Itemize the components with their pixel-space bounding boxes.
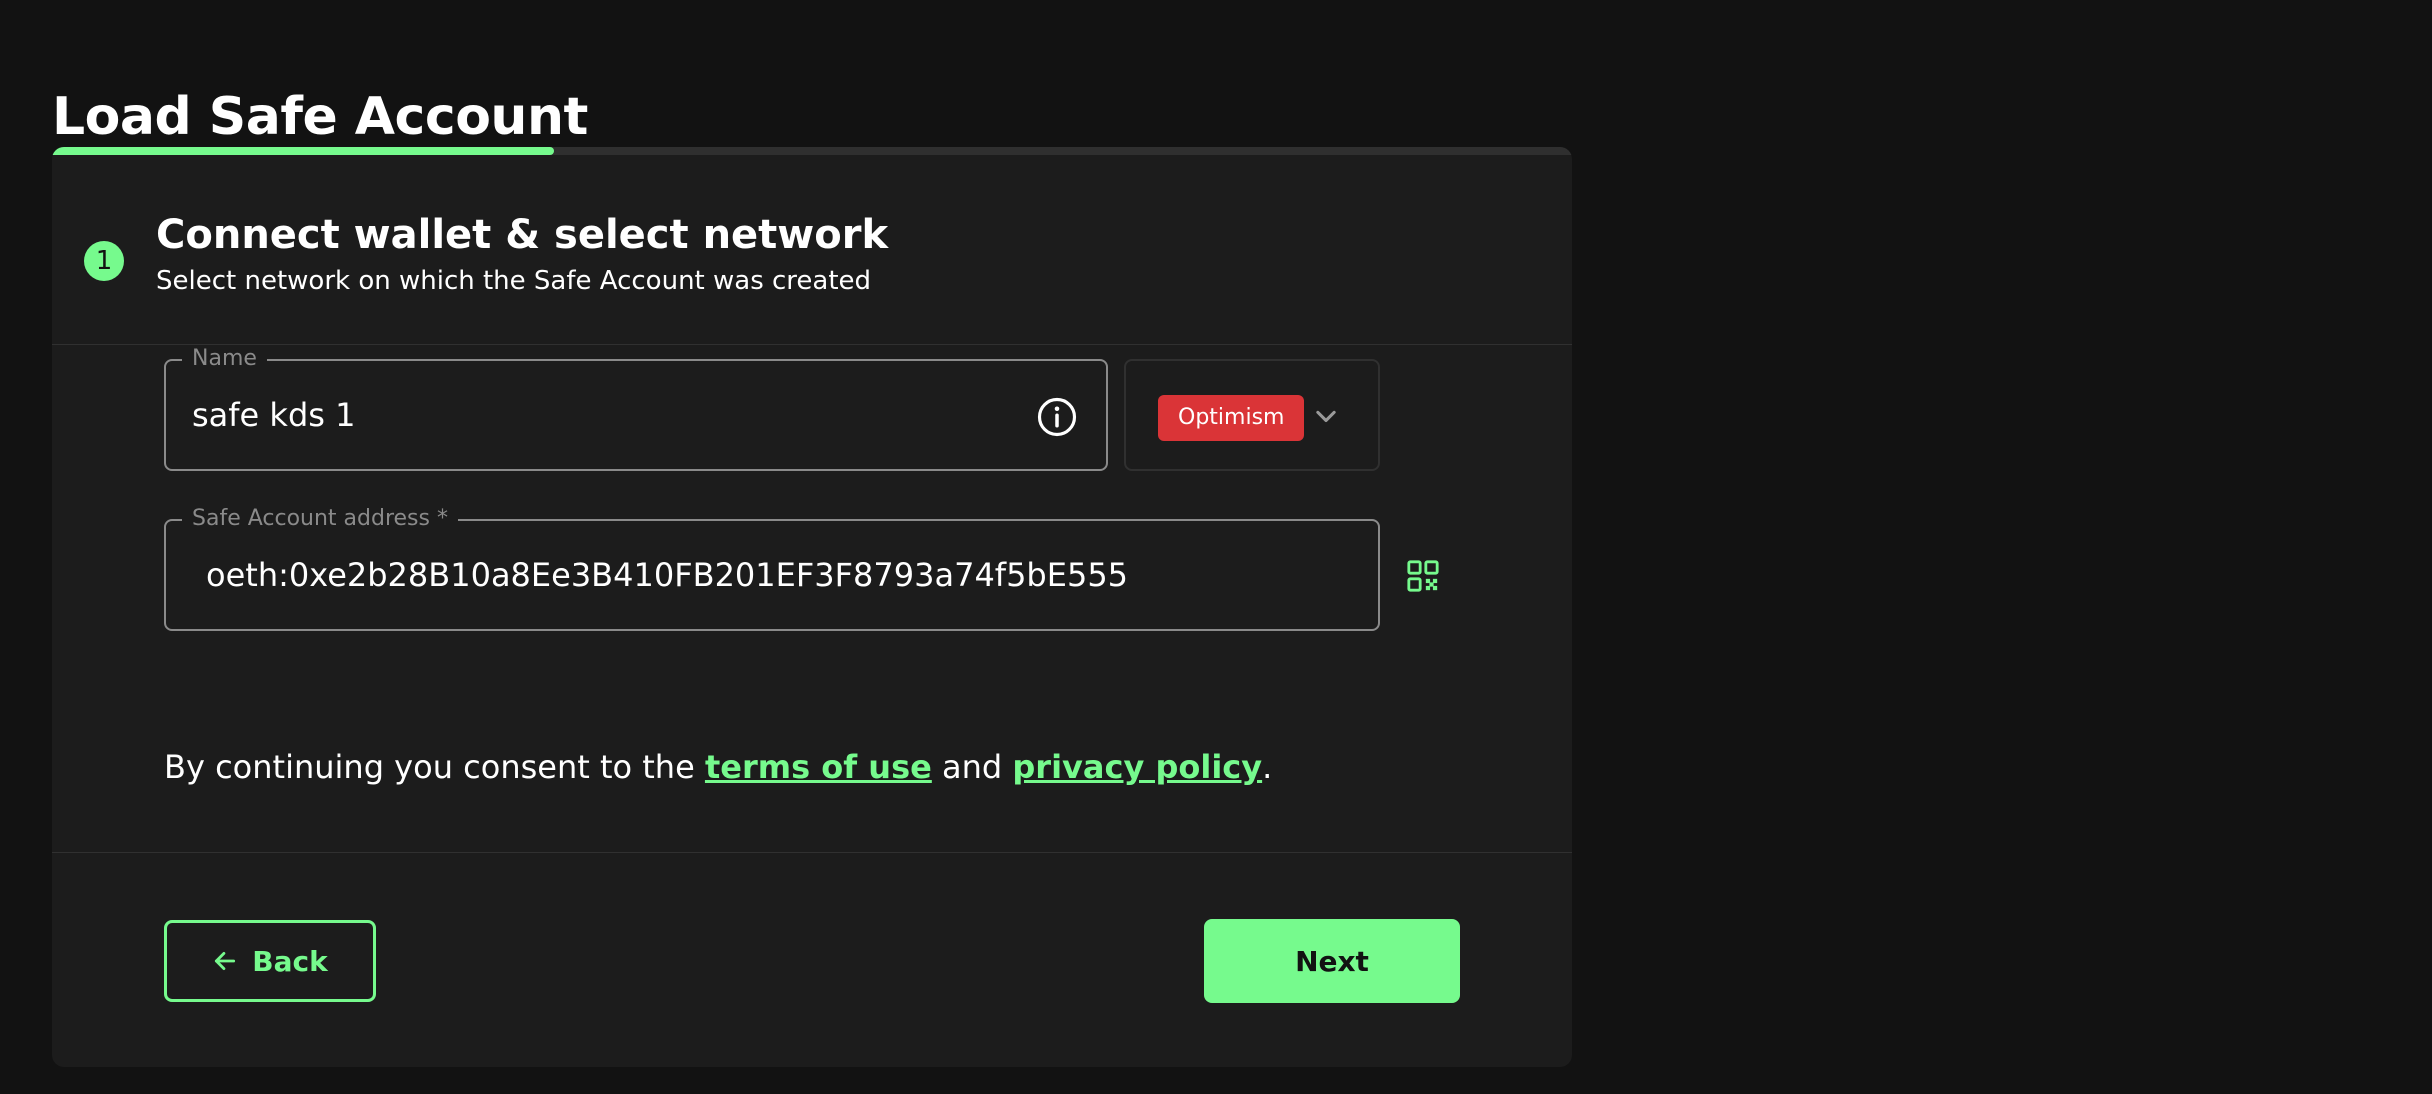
back-button-label: Back xyxy=(252,944,328,978)
terms-of-use-link[interactable]: terms of use xyxy=(705,748,932,786)
back-button[interactable]: Back xyxy=(164,920,376,1002)
name-field-value[interactable]: safe kds 1 xyxy=(192,361,355,469)
info-circle-icon[interactable] xyxy=(1036,396,1078,438)
step-subtitle: Select network on which the Safe Account… xyxy=(156,266,872,296)
load-safe-card: 1 Connect wallet & select network Select… xyxy=(52,147,1572,1067)
network-chip: Optimism xyxy=(1158,395,1305,441)
consent-suffix: . xyxy=(1262,748,1273,786)
consent-middle: and xyxy=(931,748,1013,786)
progress-bar xyxy=(52,147,1572,155)
qr-code-icon[interactable] xyxy=(1406,559,1440,593)
arrow-left-icon xyxy=(215,952,236,970)
next-button-label: Next xyxy=(1295,944,1369,978)
step-number-badge: 1 xyxy=(84,241,124,281)
step-header: 1 Connect wallet & select network Select… xyxy=(52,155,1572,345)
consent-text: By continuing you consent to the terms o… xyxy=(164,745,1272,789)
name-field[interactable]: Name safe kds 1 xyxy=(164,345,1108,471)
page-title: Load Safe Account xyxy=(52,86,588,147)
progress-bar-fill xyxy=(52,147,554,155)
next-button[interactable]: Next xyxy=(1204,919,1460,1003)
chevron-down-icon[interactable] xyxy=(1312,403,1340,431)
step-title: Connect wallet & select network xyxy=(156,212,889,258)
network-select[interactable]: Optimism xyxy=(1124,359,1380,471)
privacy-policy-link[interactable]: privacy policy xyxy=(1012,748,1262,786)
consent-prefix: By continuing you consent to the xyxy=(164,748,705,786)
address-field[interactable]: Safe Account address * oeth:0xe2b28B10a8… xyxy=(164,505,1380,631)
address-field-value[interactable]: oeth:0xe2b28B10a8Ee3B410FB201EF3F8793a74… xyxy=(206,521,1128,629)
